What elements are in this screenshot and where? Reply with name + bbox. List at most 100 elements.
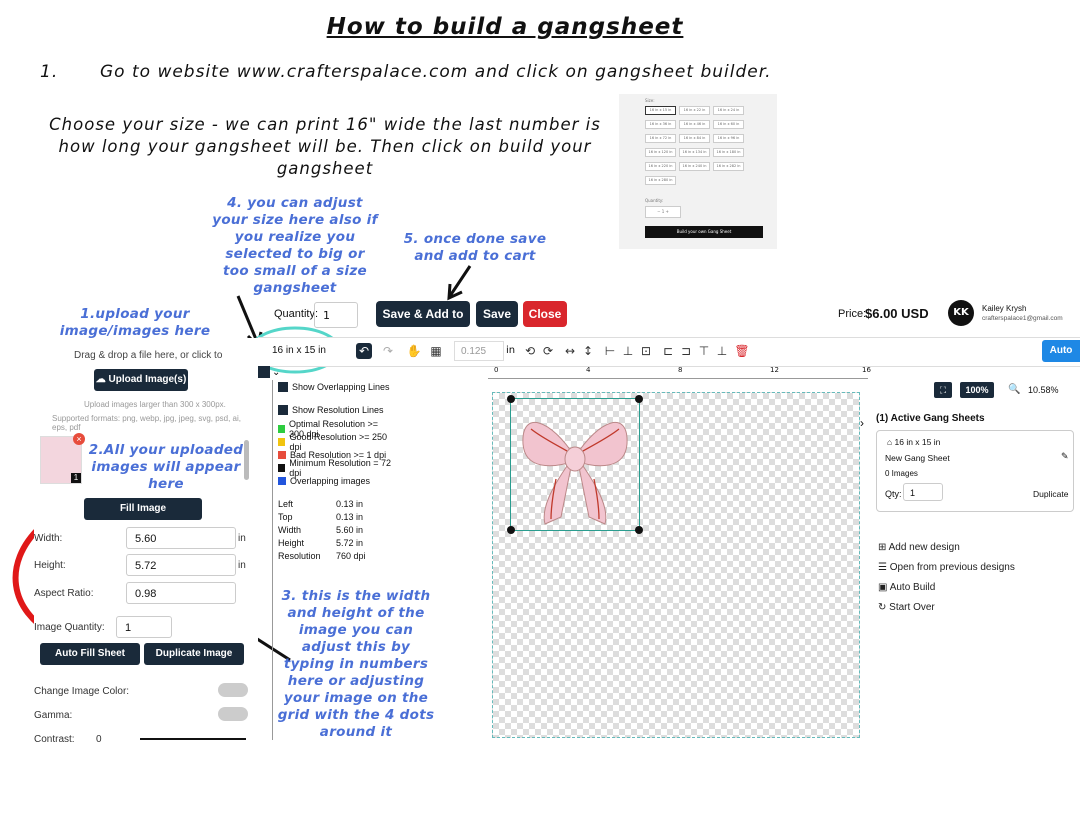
ruler-tick-label: 8	[678, 366, 683, 374]
ruler-tick-label: 0	[494, 366, 499, 374]
aspect-ratio-field[interactable]: 0.98	[126, 582, 236, 604]
ruler-tick-label: 4	[586, 366, 591, 374]
center-v-icon[interactable]: ⊥	[620, 343, 636, 359]
resize-handle[interactable]	[507, 395, 515, 403]
width-field[interactable]: 5.60	[126, 527, 236, 549]
close-button[interactable]: Close	[523, 301, 567, 327]
quantity-input[interactable]: 1	[314, 302, 358, 328]
resize-handle[interactable]	[635, 526, 643, 534]
width-unit: in	[238, 533, 246, 544]
upload-button-label: Upload Image(s)	[108, 374, 187, 385]
align-bottom-icon[interactable]: ⊥	[714, 343, 730, 359]
height-field[interactable]: 5.72	[126, 554, 236, 576]
stroke-input[interactable]: 0.125	[454, 341, 504, 361]
center-icon[interactable]: ⊡	[638, 343, 654, 359]
zoom-icon[interactable]: 🔍	[1008, 384, 1020, 395]
resize-handle[interactable]	[507, 526, 515, 534]
chevron-down-icon: ⌄	[272, 367, 281, 378]
thumb-count: 1	[71, 473, 81, 483]
show-resolution-option[interactable]: Show Resolution Lines	[278, 403, 394, 416]
selected-image[interactable]	[507, 395, 643, 534]
fit-width-icon[interactable]: ↔	[562, 343, 578, 359]
redo-icon[interactable]: ↷	[380, 343, 396, 359]
height-label: Height:	[34, 560, 66, 571]
edit-icon[interactable]: ✎	[1061, 451, 1069, 462]
stroke-unit: in	[506, 345, 516, 356]
center-h-icon[interactable]: ⊢	[602, 343, 618, 359]
property-row: Left 0.13 in	[278, 497, 394, 510]
gang-sheet-card[interactable]: ⌂ 16 in x 15 in New Gang Sheet ✎ 0 Image…	[876, 430, 1074, 512]
save-button[interactable]: Save	[476, 301, 518, 327]
show-overlapping-option[interactable]: Show Overlapping Lines	[278, 380, 394, 393]
change-color-toggle[interactable]	[218, 683, 248, 697]
resize-handle[interactable]	[635, 395, 643, 403]
add-icon: ⊞	[878, 542, 889, 553]
upload-images-button[interactable]: ☁ Upload Image(s)	[94, 369, 188, 391]
property-row: Width 5.60 in	[278, 523, 394, 536]
gamma-toggle[interactable]	[218, 707, 248, 721]
hand-icon[interactable]: ✋	[406, 343, 422, 359]
legend-swatch	[278, 437, 286, 446]
avatar[interactable]: KK	[948, 300, 974, 326]
start-over[interactable]: ↻ Start Over	[878, 602, 935, 613]
add-new-design[interactable]: ⊞ Add new design	[878, 542, 960, 553]
checkbox-icon[interactable]	[278, 404, 288, 415]
property-key: Resolution	[278, 550, 321, 561]
align-top-icon[interactable]: ⊤	[696, 343, 712, 359]
sheet-qty-input[interactable]: 1	[903, 483, 943, 501]
folder-icon: ☰	[878, 562, 890, 573]
property-key: Height	[278, 537, 305, 548]
duplicate-sheet-button[interactable]: Duplicate	[1033, 489, 1068, 499]
image-count: 0 Images	[885, 469, 918, 478]
align-right-icon[interactable]: ⊐	[678, 343, 694, 359]
property-value: 5.72 in	[336, 537, 364, 548]
sheet-name: New Gang Sheet	[885, 453, 950, 463]
size-select-value: 16 in x 15 in	[272, 345, 326, 356]
fit-height-icon[interactable]: ↕	[580, 343, 596, 359]
rotate-right-icon[interactable]: ⟳	[540, 343, 556, 359]
property-key: Width	[278, 524, 302, 535]
zoom-100-button[interactable]: 100%	[960, 382, 994, 398]
user-email: crafterspalace1@gmail.com	[982, 315, 1063, 322]
price-label: Price:	[838, 308, 867, 320]
auto-build-label: Auto Build	[889, 582, 936, 593]
resolution-legend: Show Overlapping Lines Show Resolution L…	[278, 380, 394, 562]
fit-screen-icon[interactable]: ⛶	[934, 382, 952, 398]
align-left-icon[interactable]: ⊏	[660, 343, 676, 359]
image-quantity-field[interactable]: 1	[116, 616, 172, 638]
open-previous-designs[interactable]: ☰ Open from previous designs	[878, 562, 1015, 573]
qty-label: Qty:	[885, 489, 902, 499]
size-select[interactable]: 16 in x 15 in ⌄	[266, 340, 336, 378]
auto-fill-sheet-button[interactable]: Auto Fill Sheet	[40, 643, 140, 665]
remove-icon[interactable]: ×	[73, 433, 85, 445]
legend-item: Minimum Resolution = 72 dpi	[278, 458, 394, 478]
contrast-slider[interactable]	[140, 738, 246, 740]
auto-build-icon: ▣	[878, 582, 890, 593]
checkbox-icon[interactable]	[278, 381, 288, 392]
aspect-ratio-label: Aspect Ratio:	[34, 588, 94, 599]
property-key: Top	[278, 511, 293, 522]
legend-swatch	[278, 463, 286, 472]
fill-image-button[interactable]: Fill Image	[84, 498, 202, 520]
ruler-corner	[258, 366, 270, 378]
duplicate-image-button[interactable]: Duplicate Image	[144, 643, 244, 665]
uploaded-image-thumb[interactable]: × 1	[40, 433, 85, 484]
chevron-right-icon[interactable]: ›	[860, 416, 864, 430]
legend-label: Overlapping images	[290, 475, 371, 486]
auto-button[interactable]: Auto	[1042, 340, 1080, 362]
price-value: $6.00 USD	[865, 306, 929, 321]
trash-icon[interactable]: 🗑	[734, 343, 750, 359]
zoom-level: 10.58%	[1028, 385, 1059, 395]
legend-swatch	[278, 450, 286, 459]
supported-formats: Supported formats: png, webp, jpg, jpeg,…	[52, 414, 241, 432]
save-add-to-cart-button[interactable]: Save & Add to Cart	[376, 301, 470, 347]
undo-icon[interactable]: ↶	[356, 343, 372, 359]
grid-icon[interactable]: ▦	[428, 343, 444, 359]
rotate-left-icon[interactable]: ⟲	[522, 343, 538, 359]
height-unit: in	[238, 560, 246, 571]
contrast-value[interactable]: 0	[96, 734, 102, 745]
show-resolution-label: Show Resolution Lines	[292, 404, 384, 415]
property-row: Height 5.72 in	[278, 536, 394, 549]
auto-build[interactable]: ▣ Auto Build	[878, 582, 935, 593]
gangsheet-canvas[interactable]	[492, 392, 860, 738]
